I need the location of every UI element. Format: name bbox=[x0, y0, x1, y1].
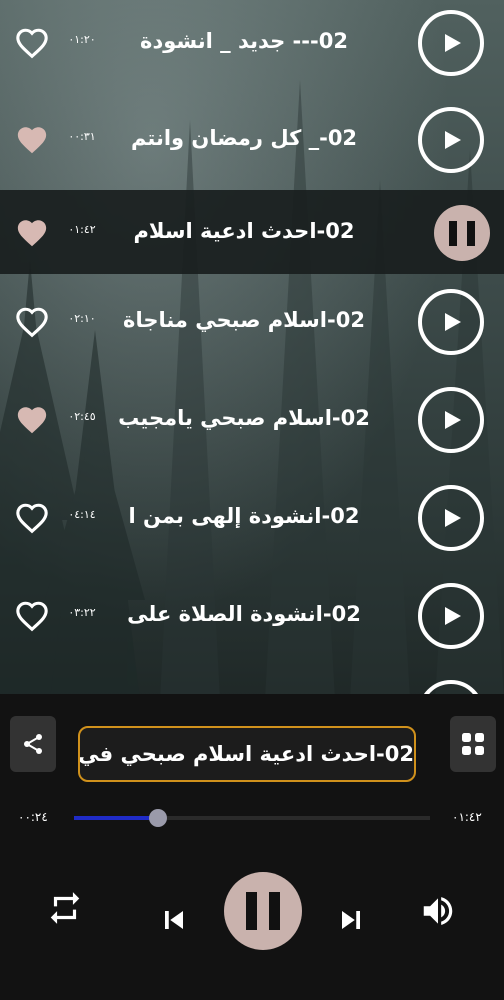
play-icon bbox=[445, 34, 461, 52]
total-time: ٠١:٤٢ bbox=[452, 810, 482, 824]
track-duration: ٠٣:٢٢ bbox=[68, 606, 96, 619]
track-row[interactable]: ٠١:٢٠ 02--- جديد _ انشودة bbox=[0, 0, 504, 96]
play-button[interactable] bbox=[418, 107, 484, 173]
track-title: 02-انشودة الصلاة على bbox=[127, 602, 361, 626]
menu-button[interactable] bbox=[450, 716, 496, 772]
track-row[interactable]: ٠٠:٣١ 02-_ كل رمضان وانتم bbox=[0, 96, 504, 192]
heart-outline-icon[interactable] bbox=[15, 305, 49, 339]
heart-outline-icon[interactable] bbox=[15, 26, 49, 60]
play-button[interactable] bbox=[418, 10, 484, 76]
play-button[interactable] bbox=[418, 289, 484, 355]
volume-icon[interactable] bbox=[419, 892, 457, 930]
track-title: 02-انشودة إلهى بمن ا bbox=[128, 504, 360, 528]
grid-icon bbox=[462, 733, 484, 755]
pause-button[interactable] bbox=[434, 205, 490, 261]
track-duration: ٠٤:١٤ bbox=[68, 508, 96, 521]
track-list[interactable]: ٠١:٢٠ 02--- جديد _ انشودة ٠٠:٣١ 02-_ كل رمض… bbox=[0, 0, 504, 700]
track-duration: ٠٢:٤٥ bbox=[68, 410, 96, 423]
track-row[interactable]: ٠٢:٤٥ 02-اسلام صبحي يامجيب bbox=[0, 372, 504, 468]
heart-filled-icon[interactable] bbox=[15, 216, 49, 250]
player-bar: 02-احدث ادعية اسلام صبحي في ر ٠٠:٢٤ ٠١:٤… bbox=[0, 694, 504, 1000]
seek-bar[interactable] bbox=[74, 809, 430, 827]
track-title: 02-اسلام صبحي يامجيب bbox=[118, 406, 370, 430]
pause-icon bbox=[449, 221, 457, 246]
track-duration: ٠٢:١٠ bbox=[68, 312, 96, 325]
track-title: 02-اسلام صبحي مناجاة bbox=[123, 308, 365, 332]
play-icon bbox=[445, 607, 461, 625]
track-row[interactable]: ٠٢:١٠ 02-اسلام صبحي مناجاة bbox=[0, 276, 504, 372]
elapsed-time: ٠٠:٢٤ bbox=[18, 810, 48, 824]
track-row[interactable]: ٠٣:٢٢ 02-انشودة الصلاة على bbox=[0, 568, 504, 664]
heart-filled-icon[interactable] bbox=[15, 123, 49, 157]
seek-handle[interactable] bbox=[149, 809, 167, 827]
seek-progress bbox=[74, 816, 158, 820]
share-icon bbox=[24, 734, 42, 754]
track-title: 02--- جديد _ انشودة bbox=[140, 29, 348, 53]
track-duration: ٠١:٤٢ bbox=[68, 223, 96, 236]
repeat-icon[interactable] bbox=[46, 889, 84, 927]
play-button[interactable] bbox=[418, 485, 484, 551]
now-playing-title: 02-احدث ادعية اسلام صبحي في ر bbox=[78, 726, 416, 782]
skip-next-icon[interactable] bbox=[333, 902, 369, 938]
track-title: 02-احدث ادعية اسلام bbox=[133, 219, 355, 243]
play-icon bbox=[445, 411, 461, 429]
track-row[interactable]: ٠١:٤٢ 02-احدث ادعية اسلام bbox=[0, 190, 504, 274]
track-row[interactable]: ٠٤:١٤ 02-انشودة إلهى بمن ا bbox=[0, 470, 504, 566]
heart-outline-icon[interactable] bbox=[15, 501, 49, 535]
skip-previous-icon[interactable] bbox=[156, 902, 192, 938]
play-icon bbox=[445, 131, 461, 149]
play-button[interactable] bbox=[418, 583, 484, 649]
pause-button[interactable] bbox=[224, 872, 302, 950]
track-duration: ٠٠:٣١ bbox=[68, 130, 96, 143]
share-button[interactable] bbox=[10, 716, 56, 772]
heart-filled-icon[interactable] bbox=[15, 403, 49, 437]
play-button[interactable] bbox=[418, 387, 484, 453]
play-icon bbox=[445, 509, 461, 527]
pause-icon bbox=[467, 221, 475, 246]
track-title: 02-_ كل رمضان وانتم bbox=[130, 126, 358, 150]
heart-outline-icon[interactable] bbox=[15, 599, 49, 633]
play-icon bbox=[445, 313, 461, 331]
track-duration: ٠١:٢٠ bbox=[68, 33, 96, 46]
